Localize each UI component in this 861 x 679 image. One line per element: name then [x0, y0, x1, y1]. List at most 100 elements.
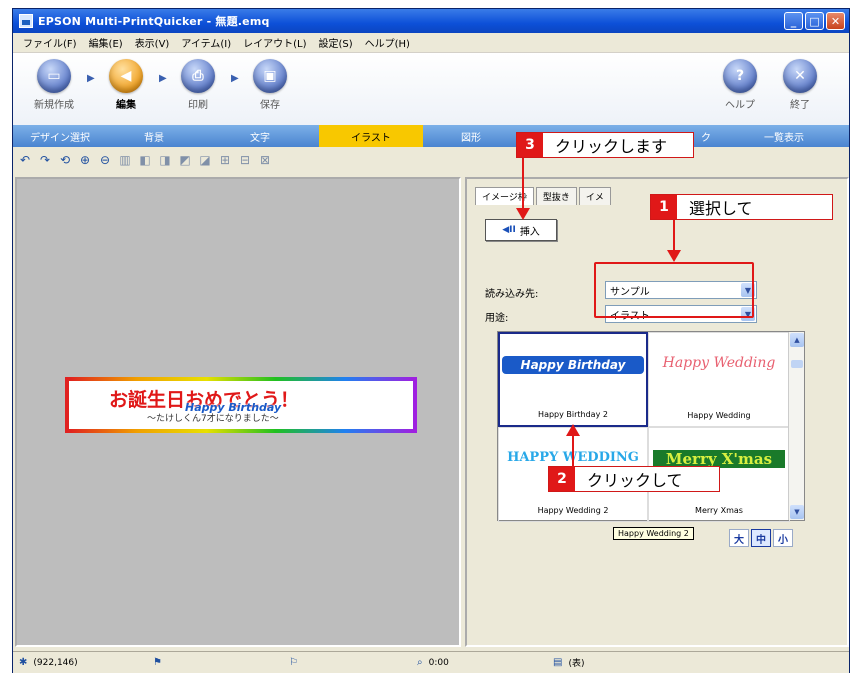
tab-design[interactable]: デザイン選択 [13, 125, 107, 147]
usage-label: 用途: [485, 313, 509, 324]
callout-step-2: 2 クリックして [548, 466, 720, 492]
rotate-icon[interactable]: ⟲ [57, 152, 73, 168]
callout-2-line [572, 434, 574, 468]
zoom-text: 0:00 [428, 657, 449, 668]
save-button[interactable]: ▣ 保存 [243, 59, 297, 111]
exit-button[interactable]: ✕ 終了 [773, 59, 827, 111]
group-icon[interactable]: ◩ [177, 152, 193, 168]
window-title: EPSON Multi-PrintQuicker - 無題.emq [38, 15, 270, 28]
menu-layout[interactable]: レイアウト(L) [237, 35, 312, 50]
tab-illustration[interactable]: イラスト [319, 125, 423, 147]
menu-view[interactable]: 表示(V) [129, 35, 176, 50]
status-coords: ✱ (922,146) [19, 657, 78, 668]
align-icon[interactable]: ⊞ [217, 152, 233, 168]
size-large-button[interactable]: 大 [729, 529, 749, 547]
callout-1-arrow-icon [667, 250, 681, 262]
app-icon [19, 14, 33, 28]
tab-list[interactable]: 一覧表示 [719, 125, 849, 147]
coords-text: (922,146) [33, 657, 78, 668]
size-medium-button[interactable]: 中 [751, 529, 771, 547]
exit-label: 終了 [790, 100, 810, 111]
menu-help[interactable]: ヘルプ(H) [359, 35, 416, 50]
thumb-art: Happy Birthday [502, 356, 644, 374]
bring-front-icon[interactable]: ◧ [137, 152, 153, 168]
step-arrow-icon: ▶ [159, 73, 167, 84]
step-arrow-icon: ▶ [87, 73, 95, 84]
pin-icon: ⚑ [153, 657, 162, 668]
thumb-size-buttons: 大 中 小 [729, 529, 793, 547]
edit-toolbar: ↶ ↷ ⟲ ⊕ ⊖ ▥ ◧ ◨ ◩ ◪ ⊞ ⊟ ⊠ [13, 147, 849, 173]
callout-number: 1 [651, 195, 677, 219]
print-label: 印刷 [188, 100, 208, 111]
callout-3-line [522, 158, 524, 210]
cursor-icon: ✱ [19, 657, 28, 668]
scroll-down-icon[interactable]: ▼ [790, 505, 804, 519]
redo-icon[interactable]: ↷ [37, 152, 53, 168]
gallery-scrollbar[interactable]: ▲ ▼ [788, 332, 804, 520]
step-arrow-icon: ▶ [231, 73, 239, 84]
subtab-cutout[interactable]: 型抜き [535, 187, 577, 205]
source-label: 読み込み先: [485, 289, 539, 300]
new-button[interactable]: ▭ 新規作成 [27, 59, 81, 111]
zoom-out-icon[interactable]: ⊖ [97, 152, 113, 168]
title-bar[interactable]: EPSON Multi-PrintQuicker - 無題.emq _ □ ✕ [13, 9, 849, 33]
menu-file[interactable]: ファイル(F) [17, 35, 83, 50]
print-button[interactable]: ⎙ 印刷 [171, 59, 225, 111]
layout-canvas[interactable]: お誕生日おめでとう！ ～たけしくん7才になりました～ Happy Birthda… [15, 177, 461, 647]
tab-shape[interactable]: 図形 [423, 125, 519, 147]
print-icon: ⎙ [181, 59, 215, 93]
menu-item[interactable]: アイテム(I) [175, 35, 237, 50]
callout-step-1: 1 選択して [650, 194, 833, 220]
edit-button[interactable]: ◀ 編集 [99, 59, 153, 111]
tab-background[interactable]: 背景 [107, 125, 201, 147]
thumb-happy-wedding[interactable]: Happy Wedding Happy Wedding [648, 332, 790, 427]
app-window: EPSON Multi-PrintQuicker - 無題.emq _ □ ✕ … [12, 8, 850, 673]
zoom-in-icon[interactable]: ⊕ [77, 152, 93, 168]
undo-icon[interactable]: ↶ [17, 152, 33, 168]
minimize-button[interactable]: _ [784, 12, 803, 30]
design-tabs: デザイン選択 背景 文字 イラスト 図形 ク 一覧表示 [13, 125, 849, 147]
callout-3-arrow-icon [516, 208, 530, 220]
help-button[interactable]: ? ヘルプ [713, 59, 767, 111]
save-label: 保存 [260, 100, 280, 111]
subtab-image[interactable]: イメ [578, 187, 611, 205]
window-controls: _ □ ✕ [784, 12, 845, 30]
insert-arrow-icon: ◀II [502, 225, 516, 235]
callout-text: クリックして [587, 471, 683, 490]
scroll-thumb[interactable] [791, 360, 803, 368]
illustration-gallery: Happy Birthday Happy Birthday 2 Happy We… [497, 331, 805, 522]
menu-settings[interactable]: 設定(S) [312, 35, 358, 50]
save-icon: ▣ [253, 59, 287, 93]
menu-bar: ファイル(F) 編集(E) 表示(V) アイテム(I) レイアウト(L) 設定(… [13, 33, 849, 53]
delete-icon[interactable]: ▥ [117, 152, 133, 168]
lock-icon[interactable]: ⊠ [257, 152, 273, 168]
zoom-icon: ⌕ [417, 657, 423, 668]
design-preview[interactable]: お誕生日おめでとう！ ～たけしくん7才になりました～ Happy Birthda… [65, 377, 417, 433]
thumb-caption: Happy Birthday 2 [538, 410, 608, 419]
status-flag: ⚐ [289, 657, 298, 668]
callout-text: 選択して [689, 199, 753, 218]
subtab-image-frame[interactable]: イメージ枠 [475, 187, 534, 205]
scroll-up-icon[interactable]: ▲ [790, 333, 804, 347]
tab-text[interactable]: 文字 [201, 125, 319, 147]
callout-text: クリックします [555, 137, 668, 156]
thumb-happy-birthday-2[interactable]: Happy Birthday Happy Birthday 2 [498, 332, 648, 427]
insert-label: 挿入 [519, 226, 540, 238]
size-small-button[interactable]: 小 [773, 529, 793, 547]
close-button[interactable]: ✕ [826, 12, 845, 30]
thumb-caption: Happy Wedding [687, 411, 751, 420]
insert-button[interactable]: ◀II 挿入 [485, 219, 557, 241]
thumb-caption: Happy Wedding 2 [537, 506, 609, 515]
illustration-panel: イメージ枠 型抜き イメ ◀II 挿入 読み込み先: サンプル ▼ 用途: イラ… [465, 177, 849, 647]
edit-label: 編集 [116, 100, 136, 111]
maximize-button[interactable]: □ [805, 12, 824, 30]
ungroup-icon[interactable]: ◪ [197, 152, 213, 168]
card-illustration[interactable]: Happy Birthday [185, 401, 281, 414]
menu-edit[interactable]: 編集(E) [83, 35, 129, 50]
main-toolbar: ▭ 新規作成 ▶ ◀ 編集 ▶ ⎙ 印刷 ▶ ▣ 保存 ? ヘルプ ✕ 終了 [13, 53, 849, 125]
help-label: ヘルプ [725, 100, 755, 111]
callout-2-arrow-icon [566, 424, 580, 436]
callout-step-3: 3 クリックします [516, 132, 694, 158]
send-back-icon[interactable]: ◨ [157, 152, 173, 168]
distribute-icon[interactable]: ⊟ [237, 152, 253, 168]
